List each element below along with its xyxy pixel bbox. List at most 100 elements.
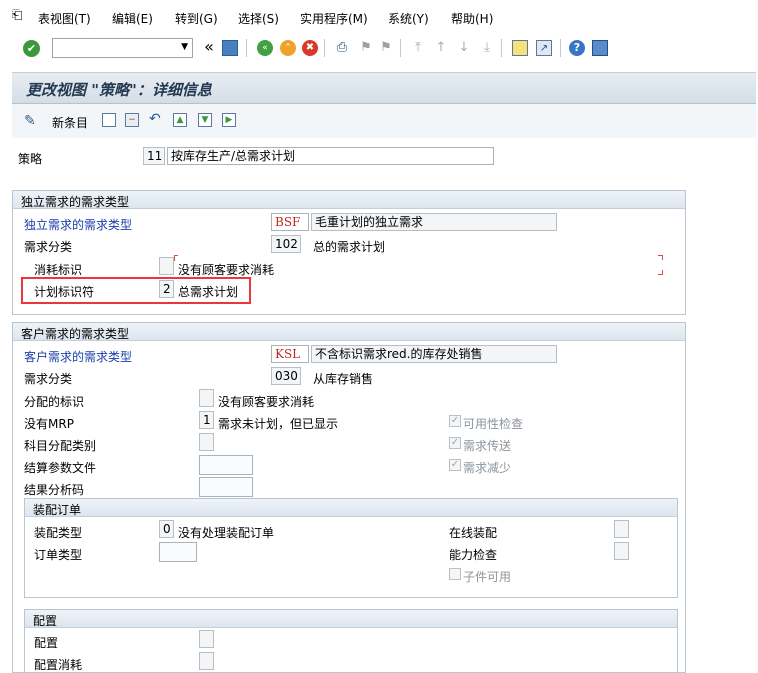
no-mrp-field[interactable]: 1 [199, 411, 214, 429]
command-field[interactable]: ▼ [52, 38, 193, 58]
focus-corner-icon [658, 270, 663, 275]
account-assignment-field[interactable] [199, 433, 214, 451]
next-entry-icon[interactable]: ▼ [198, 113, 212, 127]
component-availability-checkbox[interactable] [449, 568, 461, 580]
group-title: 客户需求的需求类型 [21, 327, 130, 341]
enter-check-icon[interactable]: ✔ [23, 40, 40, 57]
last-page-icon[interactable]: ⤓ [479, 40, 495, 56]
account-assignment-label: 科目分配类别 [24, 439, 97, 453]
cust-req-class-field[interactable]: 030 [271, 367, 301, 385]
highlight-box [21, 277, 251, 304]
strategy-description-field[interactable]: 按库存生产/总需求计划 [167, 147, 494, 165]
menu-help[interactable]: 帮助(H) [451, 10, 493, 27]
first-page-icon[interactable]: ⤒ [410, 40, 426, 56]
availability-check-checkbox[interactable]: ✓ [449, 415, 461, 427]
menu-exit-icon[interactable]: ⎗ [12, 8, 22, 23]
allocation-indicator-field[interactable] [199, 389, 214, 407]
print-icon[interactable]: ⎙ [334, 40, 350, 56]
double-chevron-left-icon[interactable]: « [201, 39, 217, 56]
group-title: 配置 [33, 614, 58, 628]
title-bar: 更改视图 "策略"：详细信息 [12, 72, 756, 104]
capacity-check-field[interactable] [614, 542, 629, 560]
delete-icon[interactable]: − [125, 113, 139, 127]
find-icon[interactable]: ⚑ [358, 40, 374, 56]
menu-table-view[interactable]: 表视图(T) [38, 10, 91, 27]
create-session-icon[interactable] [512, 40, 528, 56]
result-analysis-field[interactable] [199, 477, 253, 497]
settlement-profile-label: 结算参数文件 [24, 461, 97, 475]
next-page-icon[interactable]: ↓ [456, 40, 472, 56]
copy-icon[interactable] [102, 113, 116, 127]
component-availability-label: 子件可用 [463, 570, 512, 584]
cust-req-class-desc: 从库存销售 [313, 372, 374, 386]
previous-entry-icon[interactable]: ▲ [173, 113, 187, 127]
online-assembly-label: 在线装配 [449, 526, 498, 540]
toolbar-separator [324, 39, 325, 57]
save-icon[interactable] [222, 40, 238, 56]
toolbar-separator [246, 39, 247, 57]
other-entry-icon[interactable]: ▶ [222, 113, 236, 127]
availability-check-label: 可用性检查 [463, 417, 524, 431]
result-analysis-label: 结果分析码 [24, 483, 85, 497]
menu-goto[interactable]: 转到(G) [175, 10, 218, 27]
no-mrp-desc: 需求未计划，但已显示 [218, 417, 339, 431]
cust-req-class-label: 需求分类 [24, 372, 73, 386]
assembly-type-field[interactable]: 0 [159, 520, 174, 538]
indep-req-class-label: 需求分类 [24, 240, 73, 254]
no-mrp-label: 没有MRP [24, 417, 74, 431]
assembly-type-label: 装配类型 [34, 526, 83, 540]
configuration-consumption-label: 配置消耗 [34, 658, 83, 672]
new-entries-button[interactable]: 新条目 [52, 114, 88, 131]
page-title: 更改视图 "策略"：详细信息 [26, 81, 212, 99]
toolbar-separator [560, 39, 561, 57]
capacity-check-label: 能力检查 [449, 548, 498, 562]
assembly-order-group: 装配订单 [24, 498, 678, 598]
group-title: 装配订单 [33, 503, 82, 517]
indep-req-class-desc: 总的需求计划 [313, 240, 386, 254]
indep-req-type-desc: 毛重计划的独立需求 [311, 213, 557, 231]
configuration-consumption-field[interactable] [199, 652, 214, 670]
layout-menu-icon[interactable] [592, 40, 608, 56]
settlement-profile-field[interactable] [199, 455, 253, 475]
shortcut-icon[interactable]: ↗ [536, 40, 552, 56]
undo-icon[interactable]: ↶ [149, 111, 161, 127]
configuration-group: 配置 [24, 609, 678, 673]
focus-corner-icon [658, 255, 663, 260]
back-icon[interactable]: « [257, 40, 273, 56]
online-assembly-field[interactable] [614, 520, 629, 538]
menu-utilities[interactable]: 实用程序(M) [300, 10, 368, 27]
allocation-indicator-desc: 没有顾客要求消耗 [218, 395, 315, 409]
order-type-field[interactable] [159, 542, 197, 562]
requirement-reduction-checkbox[interactable]: ✓ [449, 459, 461, 471]
allocation-indicator-label: 分配的标识 [24, 395, 85, 409]
strategy-code-field[interactable]: 11 [143, 147, 165, 165]
group-title: 独立需求的需求类型 [21, 195, 130, 209]
indep-req-class-field[interactable]: 102 [271, 235, 301, 253]
assembly-type-desc: 没有处理装配订单 [178, 526, 275, 540]
application-toolbar: ✎ 新条目 − ↶ ▲ ▼ ▶ [12, 104, 756, 138]
cust-req-type-field[interactable]: KSL [271, 345, 309, 363]
menu-edit[interactable]: 编辑(E) [112, 10, 153, 27]
menu-system[interactable]: 系统(Y) [388, 10, 429, 27]
exit-icon[interactable]: ⌃ [280, 40, 296, 56]
consumption-indicator-label: 消耗标识 [34, 263, 83, 277]
toolbar-separator [400, 39, 401, 57]
consumption-indicator-field[interactable] [159, 257, 174, 275]
menu-select[interactable]: 选择(S) [238, 10, 279, 27]
display-change-icon[interactable]: ✎ [24, 113, 36, 129]
consumption-indicator-desc: 没有顾客要求消耗 [178, 263, 275, 277]
requirement-reduction-label: 需求减少 [463, 461, 512, 475]
requirement-transfer-checkbox[interactable]: ✓ [449, 437, 461, 449]
dropdown-arrow-icon[interactable]: ▼ [181, 42, 188, 52]
configuration-field[interactable] [199, 630, 214, 648]
configuration-label: 配置 [34, 636, 59, 650]
find-next-icon[interactable]: ⚑ [378, 40, 394, 56]
cancel-icon[interactable]: ✖ [302, 40, 318, 56]
previous-page-icon[interactable]: ↑ [433, 40, 449, 56]
strategy-label: 策略 [18, 152, 43, 166]
requirement-transfer-label: 需求传送 [463, 439, 512, 453]
indep-req-type-field[interactable]: BSF [271, 213, 309, 231]
order-type-label: 订单类型 [34, 548, 83, 562]
toolbar-separator [501, 39, 502, 57]
help-icon[interactable]: ? [569, 40, 585, 56]
